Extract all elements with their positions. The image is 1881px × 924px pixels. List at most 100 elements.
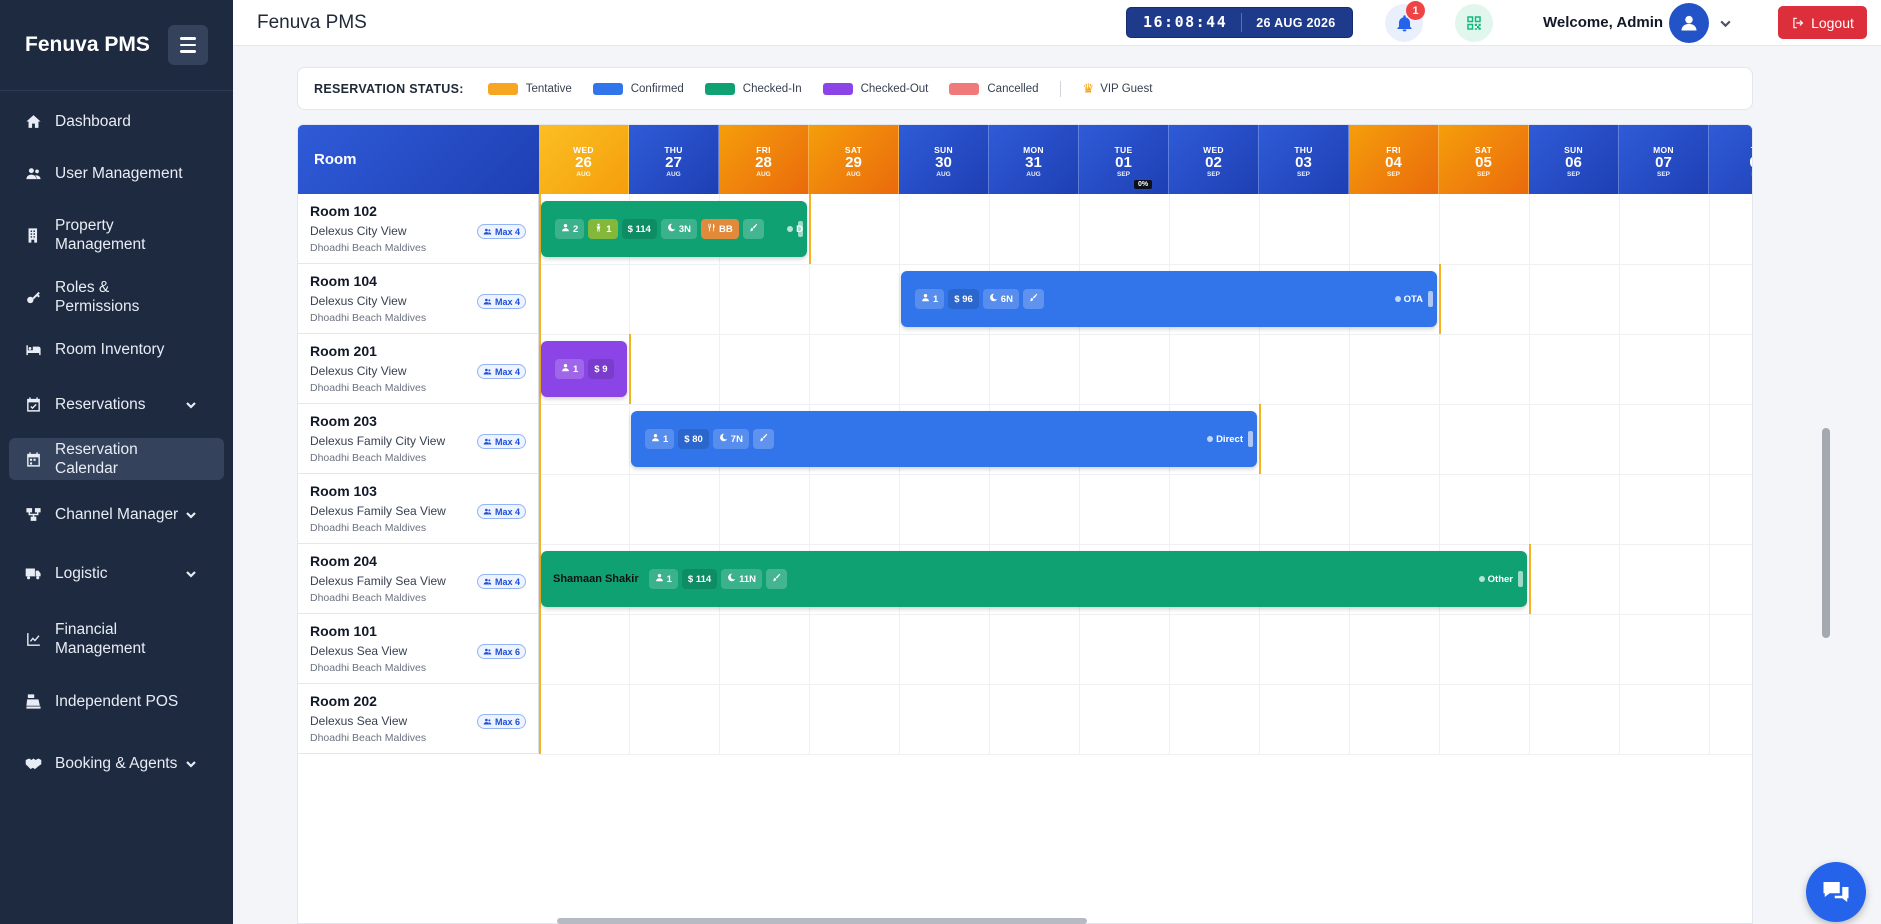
sidebar-item-financial-management[interactable]: Financial Management (9, 603, 224, 675)
users-icon (483, 648, 492, 655)
sidebar-item-label: Reservation Calendar (55, 441, 138, 477)
nights-label: 6N (1000, 293, 1013, 305)
sidebar-item-room-inventory[interactable]: Room Inventory (9, 323, 224, 375)
date-day: 01 (1115, 154, 1132, 171)
room-name: Room 101 (310, 623, 377, 639)
room-location: Dhoadhi Beach Maldives (310, 522, 427, 534)
nights-chip: 6N (982, 289, 1019, 309)
horizontal-scrollbar-thumb[interactable] (557, 918, 1087, 924)
date-header: THU 03 SEP (1259, 125, 1349, 194)
resize-handle[interactable] (798, 221, 803, 237)
brand-logo: Fenuva PMS (25, 33, 150, 56)
bed-icon (23, 339, 43, 359)
reservation-bar[interactable]: 1 $ 96 6N OTA (901, 271, 1437, 327)
room-row[interactable]: Room 203 Delexus Family City View Dhoadhi … (298, 404, 539, 474)
date-month: AUG (576, 171, 591, 178)
sidebar-item-independent-pos[interactable]: Independent POS (9, 675, 224, 727)
reservation-bar[interactable]: 1 $ 9 (541, 341, 627, 397)
max-occupancy-label: Max 4 (494, 576, 520, 587)
date-month: S (1709, 171, 1752, 178)
sidebar-item-label: Logistic (55, 564, 108, 582)
chat-button[interactable] (1806, 862, 1866, 922)
reservation-bar[interactable]: Shamaan Shakir 1 $ 114 11N Other (541, 551, 1527, 607)
checkout-marker (1439, 264, 1441, 334)
date-day: 04 (1385, 154, 1402, 171)
max-occupancy-label: Max 6 (494, 646, 520, 657)
today-marker (539, 684, 541, 754)
calendar-grid[interactable]: 21$ 1143NBBD 1$ 966NOTA 1$ 91$ 807NDirect S… (539, 194, 1752, 755)
sidebar-item-reservation-calendar[interactable]: Reservation Calendar (9, 438, 224, 480)
logout-button[interactable]: Logout (1778, 6, 1867, 39)
person-icon (655, 573, 664, 585)
sidebar-item-channel-manager[interactable]: Channel Manager (9, 485, 224, 543)
legend-item-confirmed: Confirmed (592, 82, 684, 95)
legend-item-checked-in: Checked-In (704, 82, 802, 95)
resize-handle[interactable] (1428, 291, 1433, 307)
price-chip: $ 80 (678, 429, 709, 449)
max-occupancy-badge: Max 4 (476, 224, 526, 239)
sidebar-item-label: Independent POS (55, 692, 179, 710)
sidebar-item-dashboard[interactable]: Dashboard (9, 95, 224, 147)
occupancy-badge: 0% (1134, 180, 1153, 189)
max-occupancy-badge: Max 4 (476, 364, 526, 379)
qr-scanner-button[interactable] (1455, 4, 1493, 42)
source-dot (1207, 436, 1214, 442)
users-icon (483, 298, 492, 305)
sidebar-item-property-management[interactable]: Property Management (9, 199, 224, 271)
room-row[interactable]: Room 204 Delexus Family Sea View Dhoadhi B… (298, 544, 539, 614)
adults-count: 1 (573, 363, 579, 375)
legend-label: Tentative (525, 82, 572, 95)
room-row[interactable]: Room 104 Delexus City View Dhoadhi Beach M… (298, 264, 539, 334)
cash-register-icon (23, 691, 43, 711)
date-month: AUG (1026, 171, 1041, 178)
sidebar-item-logistic[interactable]: Logistic (9, 543, 224, 603)
housekeeping-chip[interactable] (742, 219, 764, 239)
room-row[interactable]: Room 201 Delexus City View Dhoadhi Beach M… (298, 334, 539, 404)
sidebar: Fenuva PMS Dashboard User Management Prope… (0, 0, 233, 924)
legend-title: RESERVATION STATUS: (314, 81, 464, 96)
legend-divider (1059, 80, 1061, 97)
room-row[interactable]: Room 103 Delexus Family Sea View Dhoadhi B… (298, 474, 539, 544)
room-row[interactable]: Room 102 Delexus City View Dhoadhi Beach M… (298, 194, 539, 264)
sidebar-item-label: Room Inventory (55, 340, 165, 358)
legend-swatch (822, 82, 853, 95)
sidebar-item-booking-agents[interactable]: Booking & Agents (9, 727, 224, 799)
housekeeping-chip[interactable] (1022, 289, 1044, 309)
date-month: SEP (1386, 171, 1400, 178)
resize-handle[interactable] (1248, 431, 1253, 447)
date-header: MON 07 SEP (1619, 125, 1709, 194)
housekeeping-chip[interactable] (766, 569, 788, 589)
chevron-down-icon (1720, 20, 1731, 28)
sidebar-item-reservations[interactable]: Reservations (9, 375, 224, 433)
user-avatar[interactable] (1669, 3, 1709, 43)
qr-icon (1467, 16, 1481, 30)
topbar: Fenuva PMS 16:08:44 26 AUG 2026 1 Welcom… (233, 0, 1881, 46)
user-menu-toggle[interactable] (1719, 17, 1732, 35)
room-row[interactable]: Room 101 Delexus Sea View Dhoadhi Beach Ma… (298, 614, 539, 684)
reservation-bar[interactable]: 21$ 1143NBBD (541, 201, 807, 257)
max-occupancy-label: Max 4 (494, 226, 520, 237)
room-name: Room 104 (310, 273, 377, 289)
resize-handle[interactable] (1518, 571, 1523, 587)
room-row[interactable]: Room 202 Delexus Sea View Dhoadhi Beach Ma… (298, 684, 539, 754)
room-location: Dhoadhi Beach Maldives (310, 382, 427, 394)
date-header: MON 31 AUG (989, 125, 1079, 194)
date-day: 0 (1709, 155, 1752, 170)
adults-chip: 1 (915, 289, 945, 309)
source-label: Direct (1216, 433, 1243, 445)
sidebar-item-user-management[interactable]: User Management (9, 147, 224, 199)
adults-chip: 1 (555, 359, 585, 379)
users-icon (483, 438, 492, 445)
users-icon (23, 163, 43, 183)
sidebar-item-roles-permissions[interactable]: Roles & Permissions (9, 271, 224, 323)
hamburger-icon (180, 37, 196, 40)
home-icon (23, 111, 43, 131)
max-occupancy-badge: Max 6 (476, 714, 526, 729)
housekeeping-chip[interactable] (752, 429, 774, 449)
legend-label: VIP Guest (1100, 82, 1153, 95)
reservation-bar[interactable]: 1 $ 80 7N Direct (631, 411, 1257, 467)
adults-count: 1 (666, 573, 672, 585)
menu-toggle-button[interactable] (168, 25, 208, 65)
vertical-scrollbar-thumb[interactable] (1822, 428, 1830, 638)
chevron-down-icon (185, 567, 197, 579)
